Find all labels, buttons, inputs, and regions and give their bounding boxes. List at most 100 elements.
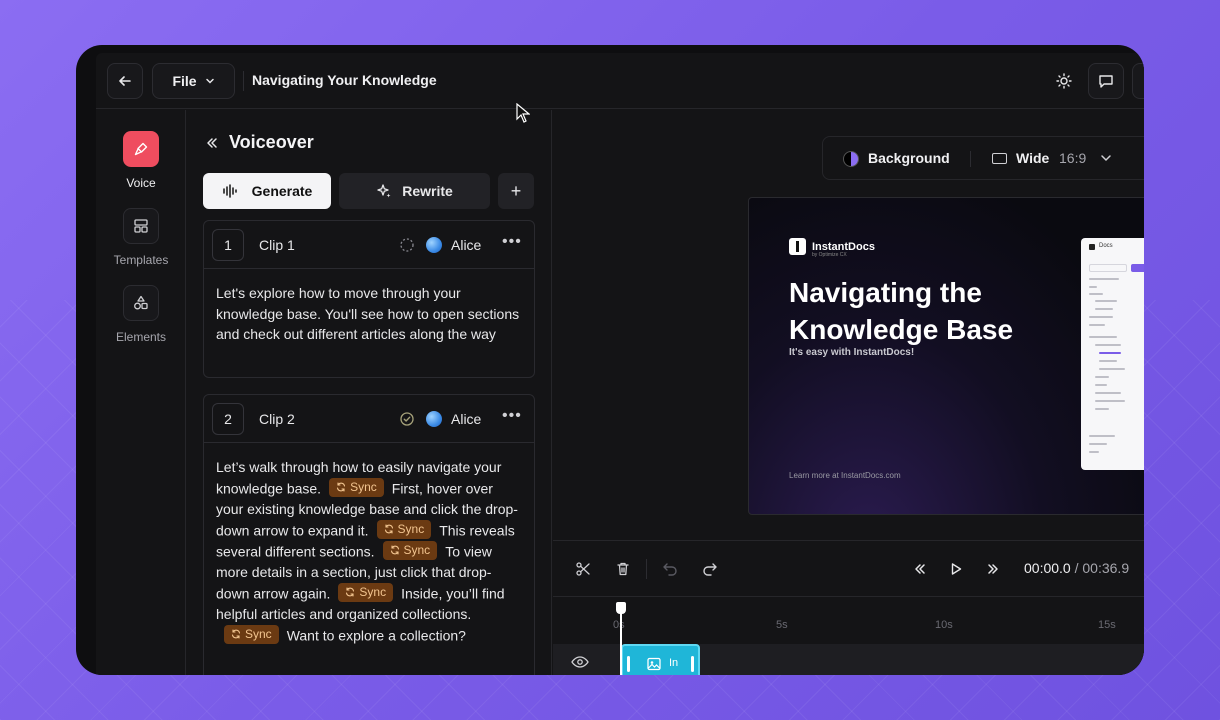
- fast-forward-button[interactable]: [983, 559, 1003, 579]
- sync-label: Sync: [350, 479, 377, 494]
- chevron-down-icon: [205, 78, 214, 84]
- time-readout: 00:00.0 / 00:36.9: [1024, 560, 1129, 576]
- redo-icon: [703, 563, 717, 576]
- total-time: 00:36.9: [1082, 560, 1130, 576]
- format-ratio: 16:9: [1059, 150, 1087, 166]
- voice-selector[interactable]: Alice: [451, 237, 481, 253]
- mock-line: [1089, 316, 1113, 318]
- eye-icon[interactable]: [571, 655, 589, 669]
- mock-line: [1089, 443, 1107, 445]
- document-title[interactable]: Navigating Your Knowledge: [252, 72, 437, 88]
- rewrite-button[interactable]: Rewrite: [339, 173, 490, 209]
- pending-status-icon: [400, 238, 414, 252]
- mock-line: [1099, 360, 1117, 362]
- split-button[interactable]: [573, 559, 593, 579]
- divider: [243, 71, 244, 91]
- rail-item-templates[interactable]: Templates: [96, 208, 186, 267]
- arrow-left-icon: [119, 76, 131, 86]
- slide-footer: Learn more at InstantDocs.com: [789, 471, 901, 480]
- comments-button[interactable]: [1088, 63, 1124, 99]
- more-toolbar-button[interactable]: [1132, 63, 1144, 99]
- playhead-handle[interactable]: [616, 602, 626, 614]
- clip-name[interactable]: Clip 2: [259, 411, 295, 427]
- app-window: File Navigating Your Knowledge Voice Tem…: [76, 45, 1144, 675]
- ruler-tick: 5s: [776, 619, 788, 631]
- ruler-tick: 10s: [935, 619, 953, 631]
- format-selector[interactable]: Wide: [1016, 150, 1049, 166]
- file-menu-button[interactable]: File: [152, 63, 235, 99]
- clip-trim-handle-left[interactable]: [627, 656, 630, 672]
- theme-toggle-button[interactable]: [1046, 63, 1082, 99]
- clip-script-text[interactable]: Let's explore how to move through your k…: [204, 269, 534, 359]
- timeline-clip[interactable]: In: [621, 644, 700, 675]
- mock-button: [1131, 264, 1144, 272]
- rail-voice-icon-box: [123, 131, 159, 167]
- brand-subtitle: by Optimize CX: [812, 252, 847, 258]
- mock-line: [1095, 400, 1125, 402]
- clip-card: 1 Clip 1 Alice ••• Let's explore how to …: [203, 220, 535, 378]
- chevron-down-icon[interactable]: [1099, 151, 1113, 165]
- sparkle-icon: [377, 184, 391, 198]
- image-icon: [647, 657, 661, 671]
- clip-trim-handle-right[interactable]: [691, 656, 694, 672]
- docs-screenshot-mock: Docs: [1081, 238, 1144, 470]
- delete-button[interactable]: [613, 559, 633, 579]
- rail-item-elements[interactable]: Elements: [96, 285, 186, 344]
- generate-button[interactable]: Generate: [203, 173, 331, 209]
- mock-line: [1099, 368, 1125, 370]
- generate-label: Generate: [251, 183, 313, 199]
- file-menu-label: File: [172, 73, 197, 89]
- collapse-panel-icon[interactable]: [205, 136, 219, 150]
- rewind-button[interactable]: [910, 559, 930, 579]
- refresh-icon: [384, 524, 393, 534]
- timeline: 0s 5s 10s 15s In: [553, 596, 1144, 675]
- rail-elements-icon-box: [123, 285, 159, 321]
- more-options-icon[interactable]: •••: [502, 407, 522, 425]
- rail-label-voice: Voice: [126, 176, 156, 190]
- trash-icon: [617, 562, 629, 576]
- aspect-ratio-icon: [992, 153, 1007, 164]
- slide-preview[interactable]: InstantDocs by Optimize CX Navigating th…: [748, 197, 1144, 515]
- playback-controls: 00:00.0 / 00:36.9: [553, 540, 1144, 596]
- timeline-ruler[interactable]: 0s 5s 10s 15s: [553, 597, 1144, 637]
- background-button[interactable]: Background: [868, 150, 950, 166]
- play-icon: [951, 563, 962, 575]
- current-time: 00:00.0: [1024, 560, 1071, 576]
- rewind-icon: [915, 564, 925, 574]
- canvas-area: Background Wide 16:9 InstantDocs by Opti…: [553, 110, 1144, 540]
- app-shell: File Navigating Your Knowledge Voice Tem…: [96, 53, 1144, 675]
- comment-icon: [1099, 75, 1113, 88]
- more-options-icon[interactable]: •••: [502, 233, 522, 251]
- undo-icon: [663, 563, 677, 576]
- mock-line: [1095, 392, 1121, 394]
- mock-line: [1089, 336, 1117, 338]
- mock-line: [1089, 451, 1099, 453]
- back-button[interactable]: [107, 63, 143, 99]
- divider: [646, 559, 647, 579]
- voice-selector[interactable]: Alice: [451, 411, 481, 427]
- mock-line: [1095, 384, 1107, 386]
- scissors-icon: [576, 562, 590, 576]
- sync-label: Sync: [245, 626, 272, 641]
- play-button[interactable]: [946, 559, 966, 579]
- clip-script-text[interactable]: Let’s walk through how to easily navigat…: [204, 443, 534, 660]
- sync-marker[interactable]: Sync: [329, 477, 384, 497]
- add-clip-button[interactable]: +: [498, 173, 534, 209]
- shapes-icon: [134, 295, 148, 310]
- refresh-icon: [231, 629, 241, 639]
- rail-item-voice[interactable]: Voice: [96, 131, 186, 190]
- ruler-tick: 0s: [613, 619, 625, 631]
- slide-subtitle: It's easy with InstantDocs!: [789, 347, 915, 358]
- undo-button[interactable]: [660, 559, 680, 579]
- sync-marker[interactable]: Sync: [224, 624, 279, 644]
- mic-icon: [134, 142, 148, 156]
- sync-marker[interactable]: Sync: [376, 519, 432, 539]
- check-circle-icon: [400, 412, 414, 426]
- rail-label-templates: Templates: [113, 253, 169, 267]
- clip-name[interactable]: Clip 1: [259, 237, 295, 253]
- sync-marker[interactable]: Sync: [382, 540, 438, 560]
- sync-marker[interactable]: Sync: [338, 582, 394, 602]
- layout-icon: [134, 219, 148, 233]
- mock-line: [1095, 308, 1113, 310]
- redo-button[interactable]: [700, 559, 720, 579]
